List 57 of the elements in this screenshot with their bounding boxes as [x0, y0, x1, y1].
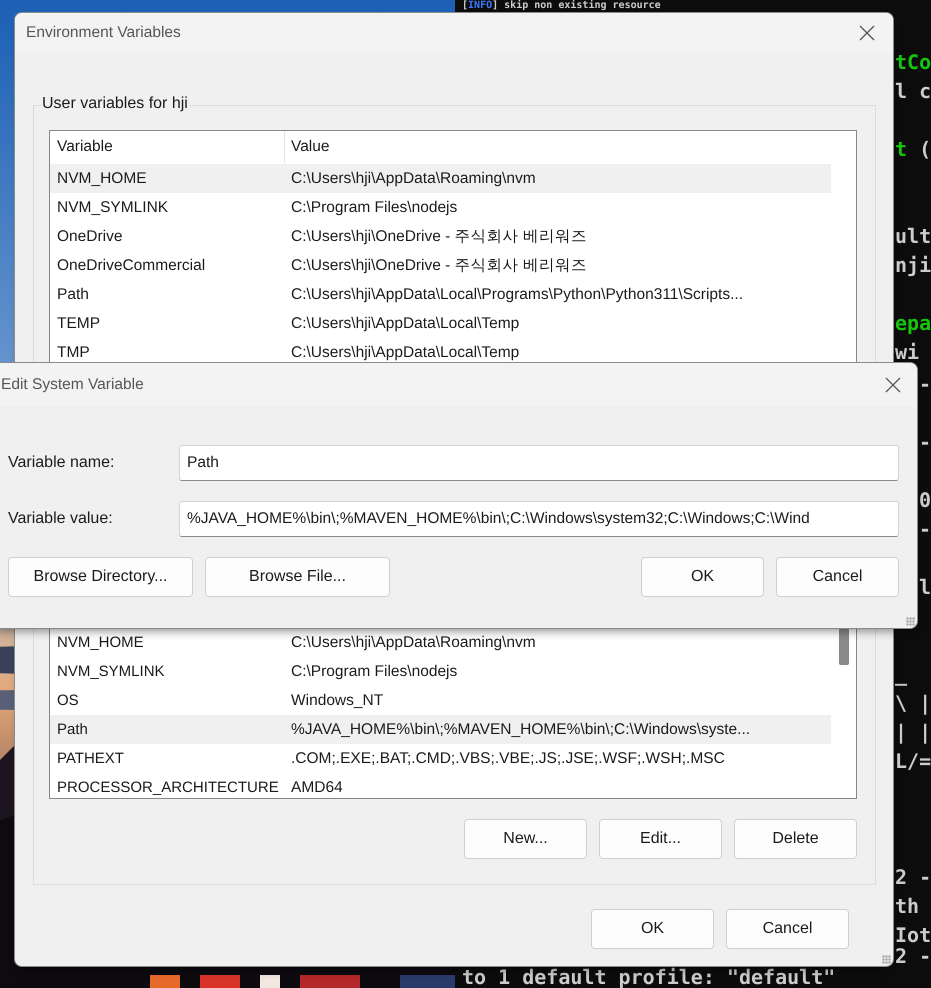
list-row[interactable]: NVM_HOME C:\Users\hji\AppData\Roaming\nvm	[50, 164, 831, 193]
window-title: Edit System Variable	[1, 376, 144, 394]
dialog-button[interactable]: Browse Directory...	[8, 557, 193, 597]
list-row[interactable]: OS Windows_NT	[50, 686, 831, 715]
terminal-line: l c	[895, 81, 931, 101]
terminal-line: t (	[895, 139, 931, 159]
resize-grip-icon[interactable]	[906, 617, 915, 626]
terminal-line: ult	[895, 226, 931, 246]
list-row[interactable]: NVM_SYMLINK C:\Program Files\nodejs	[50, 657, 831, 686]
list-row[interactable]: PROCESSOR_ARCHITECTURE AMD64	[50, 773, 831, 798]
terminal-line: wi	[895, 342, 920, 362]
input-field[interactable]: %JAVA_HOME%\bin\;%MAVEN_HOME%\bin\;C:\Windows\system32;C:\Windows;C:\Wind	[179, 501, 899, 537]
dialog-button[interactable]: OK	[591, 909, 714, 949]
terminal-line: \ |	[895, 693, 931, 713]
dialog-button[interactable]: Cancel	[726, 909, 849, 949]
column-header[interactable]: Value	[285, 131, 330, 163]
field-label: Variable name:	[8, 454, 116, 472]
dialog-button[interactable]: Edit...	[599, 819, 722, 859]
column-header[interactable]: Variable	[50, 131, 285, 163]
dialog-button[interactable]: Browse File...	[205, 557, 390, 597]
list-row[interactable]: OneDriveCommercial C:\Users\hji\OneDrive - 주식회사 베리워즈	[50, 251, 831, 280]
list-row[interactable]: Path C:\Users\hji\AppData\Local\Programs\Python\Python311\Scripts...	[50, 280, 831, 309]
list-row[interactable]: NVM_SYMLINK C:\Program Files\nodejs	[50, 193, 831, 222]
dialog-button[interactable]: Cancel	[776, 557, 899, 597]
terminal-line: l	[919, 577, 931, 597]
terminal-line: L/=	[895, 751, 931, 771]
terminal-line: nji	[895, 255, 931, 275]
terminal-line: 2 -	[895, 867, 931, 887]
terminal-line: -	[919, 432, 931, 452]
close-icon	[885, 376, 901, 392]
window-title: Environment Variables	[26, 24, 181, 42]
list-row[interactable]: Path %JAVA_HOME%\bin\;%MAVEN_HOME%\bin\;C:\Windows\syste...	[50, 715, 831, 744]
group-label: User variables for hji	[41, 95, 189, 113]
close-icon	[859, 25, 875, 41]
terminal-line: -	[919, 374, 931, 394]
dialog-button[interactable]: New...	[464, 819, 587, 859]
list-row[interactable]: TEMP C:\Users\hji\AppData\Local\Temp	[50, 309, 831, 338]
field-label: Variable value:	[8, 510, 114, 528]
resize-grip-icon[interactable]	[882, 955, 891, 964]
dialog-button[interactable]: OK	[641, 557, 764, 597]
terminal-line: -	[919, 519, 931, 539]
list-row[interactable]: PATHEXT .COM;.EXE;.BAT;.CMD;.VBS;.VBE;.JS;.JSE;.WSF;.WSH;.MSC	[50, 744, 831, 773]
input-field[interactable]: Path	[179, 445, 899, 481]
terminal-line: tCo	[895, 52, 931, 72]
terminal-line: 2 -	[895, 946, 931, 966]
dialog-button[interactable]: Delete	[734, 819, 857, 859]
terminal-line: Iot	[895, 925, 931, 945]
terminal-line: to 1 default profile: "default"	[462, 967, 836, 987]
terminal-line: epa	[895, 313, 931, 333]
terminal-line: _	[895, 664, 908, 684]
terminal-line: | |	[895, 722, 931, 742]
list-row[interactable]: OneDrive C:\Users\hji\OneDrive - 주식회사 베리워즈	[50, 222, 831, 251]
list-row[interactable]: NVM_HOME C:\Users\hji\AppData\Roaming\nvm	[50, 628, 831, 657]
terminal-line: 0	[919, 490, 931, 510]
terminal-line: th	[895, 896, 920, 916]
terminal-line: [INFO] skip non existing resource	[462, 0, 661, 11]
scrollbar-thumb[interactable]	[839, 627, 849, 665]
